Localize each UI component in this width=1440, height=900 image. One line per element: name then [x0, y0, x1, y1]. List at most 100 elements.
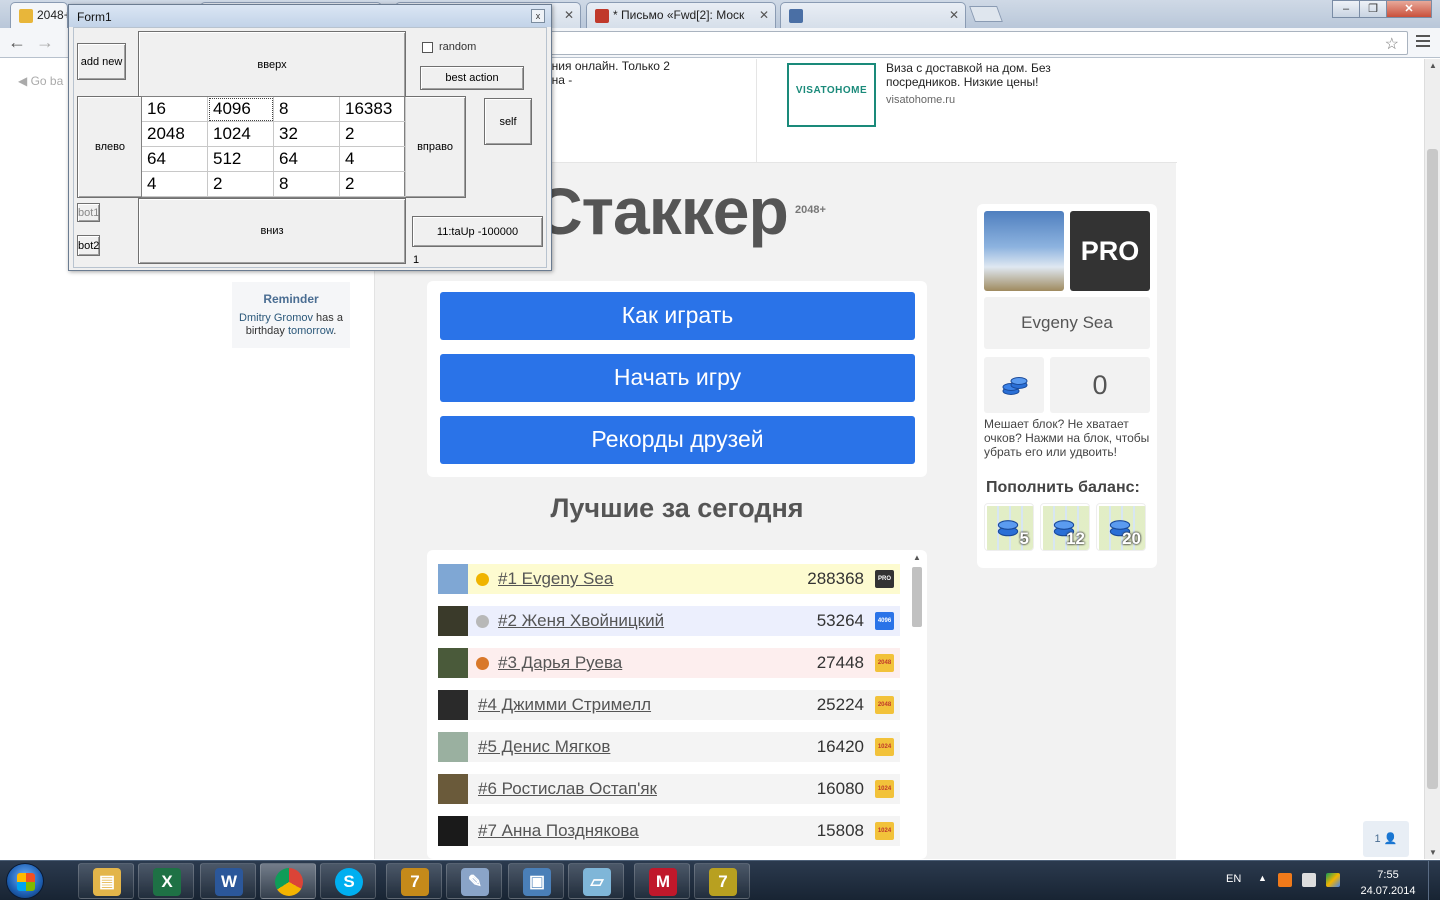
leaderboard-row[interactable]: #5 Денис Мягков 16420 1024 [438, 732, 900, 762]
status-button[interactable]: 11:taUp -100000 [412, 216, 543, 247]
back-arrow-icon[interactable]: ← [8, 32, 26, 53]
app-7-icon[interactable]: 7 [386, 863, 442, 899]
add-new-button[interactable]: add new [77, 43, 126, 80]
address-bar[interactable]: ☆ [548, 31, 1408, 55]
board-cell[interactable]: 1024 [208, 122, 274, 147]
leaderboard-row[interactable]: #7 Анна Позднякова 15808 1024 [438, 816, 900, 846]
player-name-link[interactable]: #7 Анна Позднякова [478, 821, 639, 841]
go-back-link[interactable]: ◀ Go ba [18, 74, 63, 88]
player-avatar[interactable] [438, 648, 468, 678]
excel-icon[interactable]: X [138, 863, 194, 899]
ad-1-text[interactable]: ения онлайн. Только 2 ена - [545, 59, 745, 87]
checkbox-box[interactable] [422, 41, 433, 53]
board-cell[interactable]: 4096 [208, 97, 274, 122]
leaderboard-row[interactable]: #6 Ростислав Остап'як 16080 1024 [438, 774, 900, 804]
board-cell[interactable]: 4 [142, 172, 208, 197]
player-avatar[interactable] [438, 690, 468, 720]
player-name-link[interactable]: #3 Дарья Руева [498, 653, 622, 673]
player-avatar[interactable] [438, 606, 468, 636]
self-button[interactable]: self [484, 98, 532, 145]
coin-pack-5[interactable]: 5 [984, 503, 1034, 551]
visatohome-logo[interactable]: VISATOHOME [787, 63, 876, 127]
player-avatar[interactable] [438, 564, 468, 594]
form1-close-button[interactable]: x [531, 9, 545, 23]
ad-2-text[interactable]: Виза с доставкой на дом. Без посредников… [886, 61, 1076, 107]
notes-icon[interactable]: ▱ [568, 863, 624, 899]
board-cell[interactable]: 8 [274, 97, 340, 122]
drive-icon[interactable] [1326, 873, 1340, 887]
maximize-button[interactable]: ❐ [1359, 0, 1387, 18]
form1-titlebar[interactable]: Form1 x [69, 5, 551, 27]
board-cell[interactable]: 8 [274, 172, 340, 197]
skype-icon[interactable]: S [320, 863, 376, 899]
chrome-icon[interactable] [260, 863, 316, 899]
board-cell[interactable]: 16383 [340, 97, 406, 122]
leaderboard-row[interactable]: #3 Дарья Руева 27448 2048 [438, 648, 900, 678]
bot1-button[interactable]: bot1 [77, 203, 100, 222]
down-button[interactable]: вниз [138, 198, 406, 264]
board-cell[interactable]: 2 [208, 172, 274, 197]
bot2-button[interactable]: bot2 [77, 235, 100, 256]
leaderboard-row[interactable]: #4 Джимми Стримелл 25224 2048 [438, 690, 900, 720]
player-avatar[interactable] [438, 774, 468, 804]
player-name-link[interactable]: #2 Женя Хвойницкий [498, 611, 664, 631]
explorer-icon[interactable]: ▤ [78, 863, 134, 899]
friends-online-button[interactable]: 1 👤 [1363, 821, 1409, 857]
close-window-button[interactable]: ✕ [1386, 0, 1432, 18]
coins-icon[interactable] [984, 357, 1044, 413]
best-action-button[interactable]: best action [420, 66, 524, 90]
board-cell[interactable]: 2 [340, 122, 406, 147]
pro-badge[interactable]: PRO [1070, 211, 1150, 291]
tray-expand-icon[interactable]: ▲ [1258, 873, 1267, 883]
minimize-button[interactable]: ‒ [1332, 0, 1360, 18]
language-indicator[interactable]: EN [1226, 873, 1241, 885]
photos-icon[interactable]: ▣ [508, 863, 564, 899]
board-cell[interactable]: 64 [274, 147, 340, 172]
word-icon[interactable]: W [200, 863, 256, 899]
profile-avatar[interactable] [984, 211, 1064, 291]
right-button[interactable]: вправо [404, 96, 466, 198]
start-button[interactable] [6, 863, 44, 899]
menu-icon[interactable] [1416, 35, 1430, 49]
leaderboard-row[interactable]: #1 Evgeny Sea 288368 PRO [438, 564, 900, 594]
board-cell[interactable]: 2 [340, 172, 406, 197]
how-to-play-button[interactable]: Как играть [440, 292, 915, 340]
reminder-person-link[interactable]: Dmitry Gromov [239, 312, 313, 324]
app-7z-icon[interactable]: 7 [694, 863, 750, 899]
show-desktop-button[interactable] [1428, 861, 1440, 900]
close-tab-icon[interactable]: ✕ [949, 8, 959, 22]
close-tab-icon[interactable]: ✕ [759, 8, 769, 22]
reminder-when-link[interactable]: tomorrow [288, 325, 333, 337]
board-cell[interactable]: 16 [142, 97, 208, 122]
up-button[interactable]: вверх [138, 31, 406, 98]
tray-app-icon[interactable] [1278, 873, 1292, 887]
mcafee-icon[interactable]: M [634, 863, 690, 899]
random-checkbox[interactable]: random [422, 41, 476, 53]
tab-mail[interactable]: * Письмо «Fwd[2]: Моск ✕ [586, 2, 776, 28]
coin-pack-20[interactable]: 20 [1096, 503, 1146, 551]
page-scrollbar[interactable]: ▲ ▼ [1424, 59, 1440, 859]
forward-arrow-icon[interactable]: → [36, 32, 54, 53]
tab-2048[interactable]: 2048+ [10, 2, 68, 28]
board-cell[interactable]: 64 [142, 147, 208, 172]
paint-icon[interactable]: ✎ [446, 863, 502, 899]
board-cell[interactable]: 512 [208, 147, 274, 172]
flag-icon[interactable] [1302, 873, 1316, 887]
board-cell[interactable]: 32 [274, 122, 340, 147]
player-name-link[interactable]: #4 Джимми Стримелл [478, 695, 651, 715]
board-cell[interactable]: 4 [340, 147, 406, 172]
clock[interactable]: 7:55 24.07.2014 [1358, 867, 1418, 899]
player-avatar[interactable] [438, 816, 468, 846]
profile-name[interactable]: Evgeny Sea [984, 297, 1150, 349]
left-button[interactable]: влево [77, 96, 143, 198]
new-tab-button[interactable] [969, 6, 1003, 22]
coin-pack-12[interactable]: 12 [1040, 503, 1090, 551]
player-name-link[interactable]: #5 Денис Мягков [478, 737, 610, 757]
tab-blurred-3[interactable]: ✕ [780, 2, 966, 28]
friends-records-button[interactable]: Рекорды друзей [440, 416, 915, 464]
bookmark-star-icon[interactable]: ☆ [1385, 34, 1399, 54]
leaderboard-row[interactable]: #2 Женя Хвойницкий 53264 4096 [438, 606, 900, 636]
start-game-button[interactable]: Начать игру [440, 354, 915, 402]
player-name-link[interactable]: #6 Ростислав Остап'як [478, 779, 657, 799]
close-tab-icon[interactable]: ✕ [564, 8, 574, 22]
